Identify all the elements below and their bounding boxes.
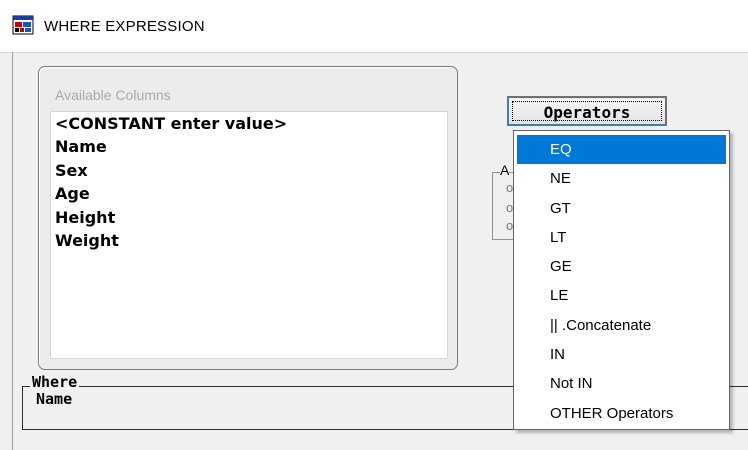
window-title: WHERE EXPRESSION	[44, 18, 205, 35]
available-columns-panel: Available Columns <CONSTANT enter value>…	[38, 66, 458, 370]
available-columns-list[interactable]: <CONSTANT enter value> Name Sex Age Heig…	[50, 111, 448, 359]
operator-item-eq[interactable]: EQ	[517, 135, 726, 165]
where-clause-label: Where	[30, 373, 80, 391]
operator-item-concatenate[interactable]: || .Concatenate	[517, 311, 726, 340]
operator-item-ge[interactable]: GE	[517, 252, 726, 281]
operator-item-le[interactable]: LE	[517, 281, 726, 310]
where-clause-value[interactable]: Name	[36, 390, 72, 408]
available-columns-caption: Available Columns	[55, 87, 171, 103]
column-item-weight[interactable]: Weight	[51, 229, 447, 252]
operators-button-label: Operators	[543, 103, 631, 122]
column-item-name[interactable]: Name	[51, 135, 447, 158]
operator-item-gt[interactable]: GT	[517, 194, 726, 223]
column-item-constant[interactable]: <CONSTANT enter value>	[51, 112, 447, 135]
column-item-height[interactable]: Height	[51, 206, 447, 229]
column-item-age[interactable]: Age	[51, 182, 447, 205]
operator-item-lt[interactable]: LT	[517, 223, 726, 252]
operators-button[interactable]: Operators	[507, 96, 667, 126]
column-item-sex[interactable]: Sex	[51, 159, 447, 182]
obscured-group-label: A	[500, 162, 510, 178]
operator-item-ne[interactable]: NE	[517, 164, 726, 193]
app-icon	[12, 15, 34, 35]
operator-item-other[interactable]: OTHER Operators	[517, 399, 726, 428]
operator-item-in[interactable]: IN	[517, 340, 726, 369]
operator-item-not-in[interactable]: Not IN	[517, 369, 726, 398]
window-frame-edge	[12, 52, 13, 450]
operators-dropdown-menu[interactable]: EQ NE GT LT GE LE || .Concatenate IN Not…	[513, 130, 730, 430]
title-bar[interactable]: WHERE EXPRESSION	[0, 0, 748, 53]
